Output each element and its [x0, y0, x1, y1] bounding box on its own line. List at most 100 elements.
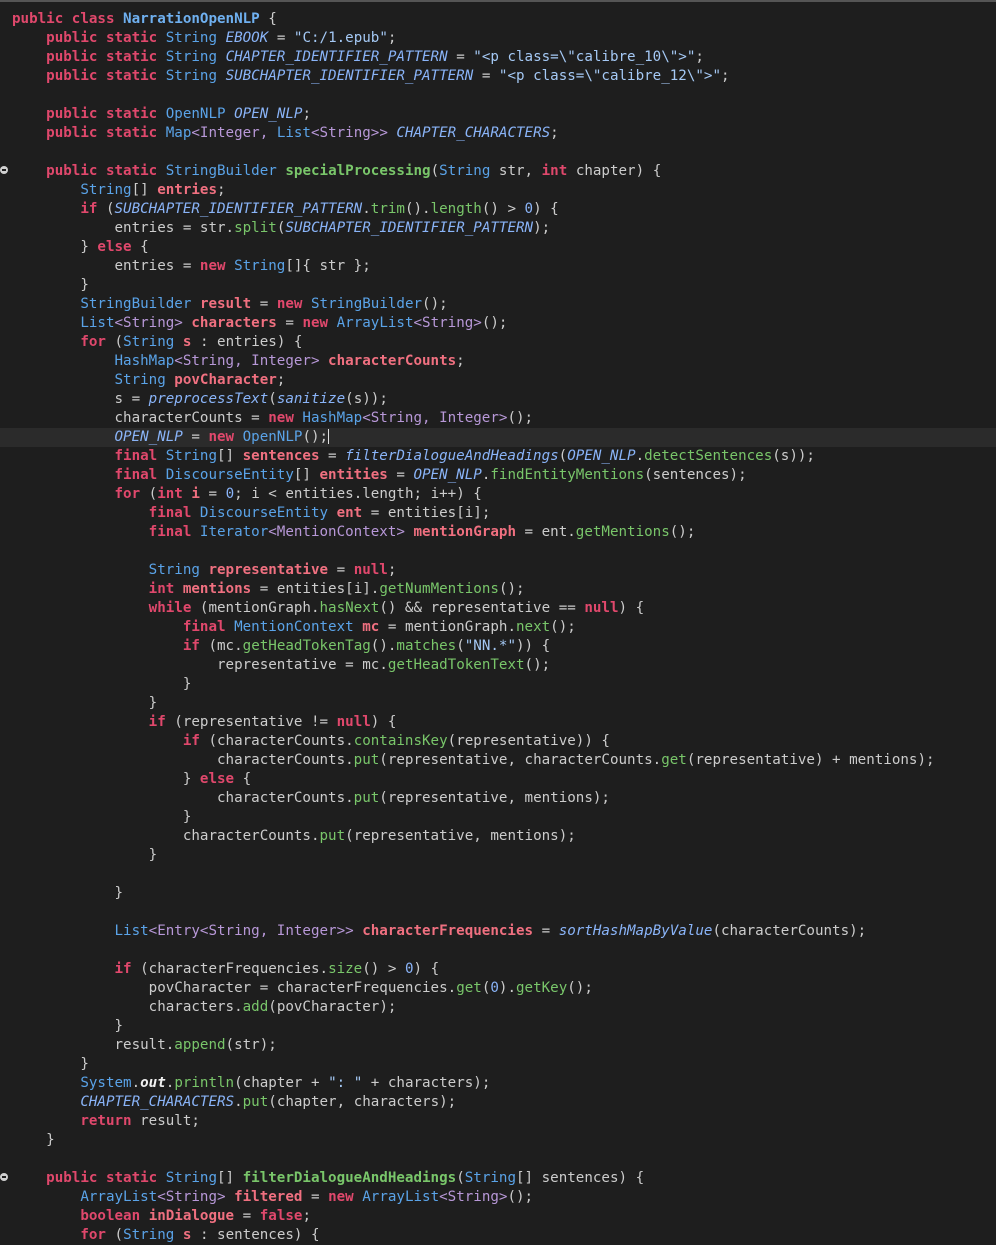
code-token: HashMap [114, 353, 175, 369]
code-token: (). [370, 638, 397, 654]
code-line[interactable] [0, 865, 996, 884]
code-line[interactable]: HashMap<String, Integer> characterCounts… [0, 352, 996, 371]
code-token: representative [182, 714, 303, 730]
code-line[interactable]: } [0, 808, 996, 827]
code-line[interactable]: public static String EBOOK = "C:/1.epub"… [0, 29, 996, 48]
code-line[interactable]: } [0, 1131, 996, 1150]
code-line[interactable] [0, 903, 996, 922]
code-token: } [12, 771, 200, 787]
code-line[interactable]: characterCounts = new HashMap<String, In… [0, 409, 996, 428]
code-line[interactable]: public static String SUBCHAPTER_IDENTIFI… [0, 67, 996, 86]
code-token: = [387, 467, 414, 483]
code-line[interactable]: public static StringBuilder specialProce… [0, 162, 996, 181]
code-text: public class NarrationOpenNLP { [12, 10, 277, 29]
code-line[interactable] [0, 1150, 996, 1169]
code-line[interactable]: final MentionContext mc = mentionGraph.n… [0, 618, 996, 637]
code-line[interactable]: characterCounts.put(representative, ment… [0, 789, 996, 808]
code-line[interactable]: for (String s : entries) { [0, 333, 996, 352]
code-line[interactable]: ArrayList<String> filtered = new ArrayLi… [0, 1188, 996, 1207]
code-line[interactable]: entries = str.split(SUBCHAPTER_IDENTIFIE… [0, 219, 996, 238]
code-line[interactable]: List<Entry<String, Integer>> characterFr… [0, 922, 996, 941]
code-line[interactable]: boolean inDialogue = false; [0, 1207, 996, 1226]
code-token: entries [114, 220, 175, 236]
code-line[interactable]: CHAPTER_CHARACTERS.put(chapter, characte… [0, 1093, 996, 1112]
code-token: representative [217, 657, 337, 673]
code-token: : [191, 1227, 218, 1243]
code-line[interactable]: while (mentionGraph.hasNext() && represe… [0, 599, 996, 618]
code-line[interactable]: } [0, 1055, 996, 1074]
code-line[interactable]: representative = mc.getHeadTokenText(); [0, 656, 996, 675]
fold-collapse-icon[interactable] [0, 166, 8, 174]
code-line[interactable]: String representative = null; [0, 561, 996, 580]
code-token: <String, Integer> [174, 353, 329, 369]
code-line[interactable]: List<String> characters = new ArrayList<… [0, 314, 996, 333]
code-line[interactable]: } else { [0, 238, 996, 257]
code-token: ++) { [439, 486, 482, 502]
code-line[interactable]: StringBuilder result = new StringBuilder… [0, 295, 996, 314]
code-line[interactable]: final String[] sentences = filterDialogu… [0, 447, 996, 466]
code-token: result [140, 1113, 192, 1129]
code-line[interactable]: final Iterator<MentionContext> mentionGr… [0, 523, 996, 542]
code-token: . [310, 600, 320, 616]
code-line[interactable] [0, 143, 996, 162]
code-token: 0 [524, 201, 534, 217]
code-line[interactable]: public static OpenNLP OPEN_NLP; [0, 105, 996, 124]
code-line[interactable]: String[] entries; [0, 181, 996, 200]
code-token: sentences [541, 1170, 619, 1186]
code-token: <String>> [310, 125, 397, 141]
code-line[interactable]: final DiscourseEntity[] entities = OPEN_… [0, 466, 996, 485]
code-token: ( [208, 733, 218, 749]
code-line[interactable]: } [0, 675, 996, 694]
code-line[interactable]: public static String CHAPTER_IDENTIFIER_… [0, 48, 996, 67]
code-token: public static [46, 68, 166, 84]
code-line[interactable]: result.append(str); [0, 1036, 996, 1055]
code-line[interactable]: } else { [0, 770, 996, 789]
code-line[interactable] [0, 86, 996, 105]
code-line[interactable]: int mentions = entities[i].getNumMention… [0, 580, 996, 599]
code-line[interactable]: for (String s : sentences) { [0, 1226, 996, 1245]
code-line[interactable]: if (characterFrequencies.size() > 0) { [0, 960, 996, 979]
code-line[interactable]: return result; [0, 1112, 996, 1131]
code-token: representative [208, 562, 329, 578]
code-line[interactable]: public class NarrationOpenNLP { [0, 10, 996, 29]
code-editor[interactable]: public class NarrationOpenNLP { public s… [0, 0, 996, 1244]
code-token: = [123, 391, 149, 407]
code-line[interactable]: if (SUBCHAPTER_IDENTIFIER_PATTERN.trim()… [0, 200, 996, 219]
code-line[interactable]: } [0, 694, 996, 713]
code-line[interactable] [0, 542, 996, 561]
code-line[interactable]: if (representative != null) { [0, 713, 996, 732]
code-line[interactable]: entries = new String[]{ str }; [0, 257, 996, 276]
code-line[interactable]: public static Map<Integer, List<String>>… [0, 124, 996, 143]
code-line-current[interactable]: OPEN_NLP = new OpenNLP(); [0, 428, 996, 447]
code-token: )); [789, 448, 815, 464]
code-line[interactable]: public static String[] filterDialogueAnd… [0, 1169, 996, 1188]
code-line[interactable]: characterCounts.put(representative, ment… [0, 827, 996, 846]
code-line[interactable]: } [0, 1017, 996, 1036]
code-line[interactable]: s = preprocessText(sanitize(s)); [0, 390, 996, 409]
code-token: "<p class=\"calibre_12\">" [498, 68, 721, 84]
code-line[interactable]: characters.add(povCharacter); [0, 998, 996, 1017]
code-token: } [12, 676, 192, 692]
code-text: result.append(str); [12, 1036, 277, 1055]
code-line[interactable]: System.out.println(chapter + ": " + char… [0, 1074, 996, 1093]
code-line[interactable]: String povCharacter; [0, 371, 996, 390]
code-line[interactable]: final DiscourseEntity ent = entities[i]; [0, 504, 996, 523]
code-token: ( [345, 828, 354, 844]
code-line[interactable]: characterCounts.put(representative, char… [0, 751, 996, 770]
code-token: str [199, 220, 226, 236]
code-line[interactable]: povCharacter = characterFrequencies.get (… [0, 979, 996, 998]
code-text: } [12, 808, 192, 827]
code-token: characterCounts [182, 828, 311, 844]
code-line[interactable]: } [0, 276, 996, 295]
code-token: chapter [242, 1075, 303, 1091]
code-line[interactable]: if (mc.getHeadTokenTag().matches("NN.*")… [0, 637, 996, 656]
code-line[interactable]: if (characterCounts.containsKey(represen… [0, 732, 996, 751]
fold-collapse-icon[interactable] [0, 1173, 8, 1181]
code-line[interactable] [0, 941, 996, 960]
code-line[interactable]: for (int i = 0; i < entities.length; i++… [0, 485, 996, 504]
code-line[interactable]: } [0, 884, 996, 903]
code-line[interactable]: } [0, 846, 996, 865]
